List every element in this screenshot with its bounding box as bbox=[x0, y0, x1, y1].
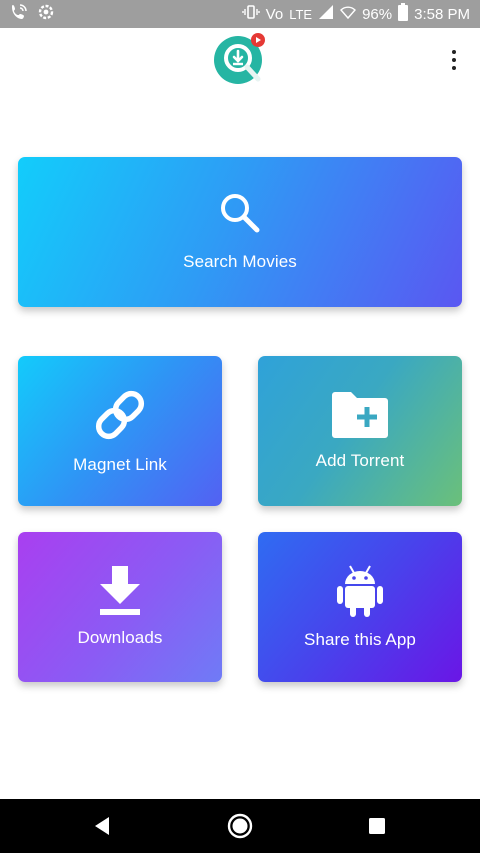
signal-icon bbox=[318, 4, 334, 24]
navigation-bar bbox=[0, 799, 480, 853]
add-torrent-button[interactable]: Add Torrent bbox=[258, 356, 462, 506]
search-icon bbox=[219, 192, 261, 234]
recents-icon[interactable] bbox=[347, 799, 407, 853]
network-sub-label: LTE bbox=[289, 6, 313, 22]
settings-icon bbox=[38, 4, 54, 24]
search-movies-button[interactable]: Search Movies bbox=[18, 157, 462, 307]
phone-wifi-icon bbox=[10, 3, 28, 25]
back-icon[interactable] bbox=[72, 799, 132, 853]
battery-percent: 96% bbox=[362, 5, 393, 23]
wifi-icon bbox=[340, 4, 357, 24]
clock: 3:58 PM bbox=[414, 5, 470, 23]
search-download-logo-icon bbox=[212, 32, 268, 88]
share-app-button[interactable]: Share this App bbox=[258, 532, 462, 682]
folder-add-icon bbox=[330, 391, 390, 439]
app-bar bbox=[0, 28, 480, 92]
android-icon bbox=[337, 564, 383, 618]
status-bar: Vo LTE 96% 3:58 PM bbox=[0, 0, 480, 28]
link-icon bbox=[92, 387, 148, 443]
network-label: Vo bbox=[265, 5, 284, 23]
home-icon[interactable] bbox=[210, 799, 270, 853]
battery-icon bbox=[398, 3, 409, 25]
vibrate-icon bbox=[241, 4, 260, 24]
search-movies-label: Search Movies bbox=[183, 252, 297, 271]
more-vert-icon[interactable] bbox=[442, 46, 466, 74]
magnet-link-button[interactable]: Magnet Link bbox=[18, 356, 222, 506]
downloads-button[interactable]: Downloads bbox=[18, 532, 222, 682]
add-torrent-label: Add Torrent bbox=[315, 451, 405, 470]
magnet-link-label: Magnet Link bbox=[73, 455, 167, 474]
downloads-label: Downloads bbox=[77, 628, 163, 647]
download-icon bbox=[98, 566, 142, 616]
share-app-label: Share this App bbox=[304, 630, 416, 649]
